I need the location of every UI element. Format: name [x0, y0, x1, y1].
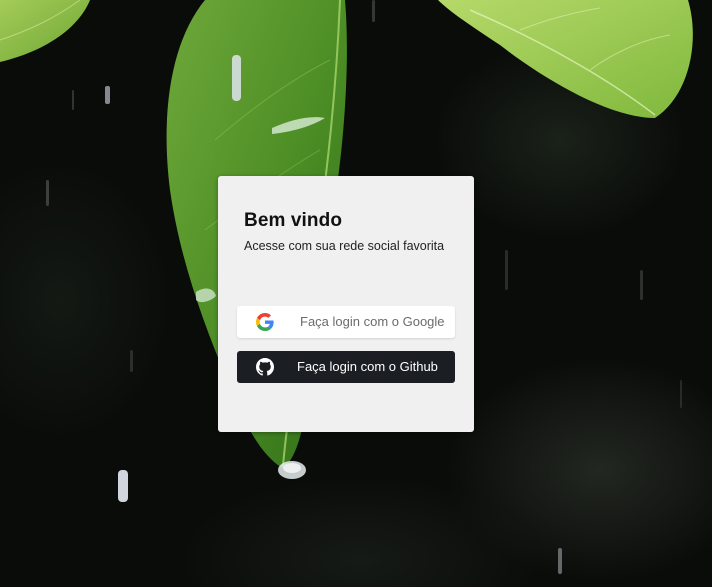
github-login-button[interactable]: Faça login com o Github [237, 351, 455, 383]
google-login-label: Faça login com o Google [300, 314, 445, 329]
google-icon [256, 313, 274, 331]
page-subtitle: Acesse com sua rede social favorita [244, 239, 445, 253]
github-icon [256, 358, 274, 376]
google-login-button[interactable]: Faça login com o Google [237, 306, 455, 338]
login-card: Bem vindo Acesse com sua rede social fav… [218, 176, 474, 432]
github-login-label: Faça login com o Github [297, 359, 438, 374]
page-title: Bem vindo [244, 210, 343, 231]
